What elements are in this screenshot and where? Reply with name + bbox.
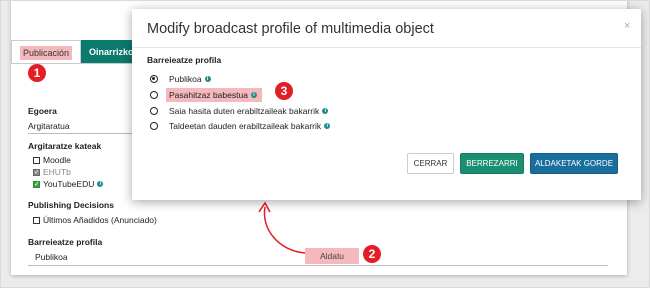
option-saia-hasita[interactable]: Saia hasita duten erabiltzaileak bakarri… bbox=[150, 106, 329, 116]
annotation-badge-3: 3 bbox=[275, 82, 293, 100]
cancel-button[interactable]: CERRAR bbox=[407, 153, 454, 174]
option-publikoa[interactable]: Publikoa i bbox=[150, 74, 211, 84]
ehutb-label: EHUTb bbox=[43, 167, 71, 177]
annotation-badge-2: 2 bbox=[363, 245, 381, 263]
option-publikoa-label: Publikoa i bbox=[169, 74, 211, 84]
moodle-checkbox[interactable] bbox=[33, 156, 40, 164]
info-icon[interactable]: i bbox=[204, 76, 211, 82]
reset-button[interactable]: BERREZARRI bbox=[460, 153, 524, 174]
youtubeedu-label: YouTubeEDU bbox=[43, 179, 95, 189]
tab-publicacion-label: Publicación bbox=[20, 46, 73, 60]
option-publikoa-text: Publikoa bbox=[169, 74, 202, 84]
channel-youtubeedu[interactable]: ✓ YouTubeEDU i bbox=[33, 179, 104, 189]
screenshot-frame: Publicación Oinarrizko Met Egoera Argita… bbox=[0, 0, 650, 288]
ehutb-checkbox: ✓ bbox=[33, 168, 40, 176]
option-taldeetan[interactable]: Taldeetan dauden erabiltzaileak bakarrik… bbox=[150, 121, 331, 131]
profile-underline bbox=[28, 265, 608, 266]
option-taldeetan-text: Taldeetan dauden erabiltzaileak bakarrik bbox=[169, 121, 322, 131]
option-pasahitzaz[interactable]: Pasahitzaz babestua i bbox=[150, 88, 262, 102]
argitaratze-label: Argitaratze kateak bbox=[28, 141, 102, 151]
option-pasahitzaz-label: Pasahitzaz babestua i bbox=[166, 88, 262, 102]
broadcast-profile-modal: Modify broadcast profile of multimedia o… bbox=[132, 9, 641, 200]
option-pasahitzaz-text: Pasahitzaz babestua bbox=[169, 90, 248, 100]
profile-label: Barreieatze profila bbox=[28, 237, 103, 247]
annotation-badge-1: 1 bbox=[28, 64, 46, 82]
egoera-select[interactable]: Argitaratua bbox=[28, 121, 70, 131]
annotation-arrow bbox=[258, 201, 306, 254]
radio-taldeetan[interactable] bbox=[150, 122, 158, 130]
info-icon[interactable]: i bbox=[324, 123, 331, 129]
info-icon[interactable]: i bbox=[322, 108, 329, 114]
info-icon[interactable]: i bbox=[97, 181, 104, 187]
channel-ehutb: ✓ EHUTb bbox=[33, 167, 71, 177]
modal-title: Modify broadcast profile of multimedia o… bbox=[147, 21, 434, 37]
option-taldeetan-label: Taldeetan dauden erabiltzaileak bakarrik… bbox=[169, 121, 331, 131]
modal-section-label: Barreieatze profila bbox=[147, 55, 222, 65]
close-icon[interactable]: × bbox=[624, 20, 630, 32]
publishing-option-label: Últimos Añadidos (Anunciado) bbox=[43, 215, 157, 225]
publishing-label: Publishing Decisions bbox=[28, 200, 114, 210]
option-saia-hasita-text: Saia hasita duten erabiltzaileak bakarri… bbox=[169, 106, 320, 116]
modal-divider bbox=[132, 47, 641, 48]
radio-saia-hasita[interactable] bbox=[150, 107, 158, 115]
youtubeedu-checkbox[interactable]: ✓ bbox=[33, 180, 40, 188]
option-saia-hasita-label: Saia hasita duten erabiltzaileak bakarri… bbox=[169, 106, 329, 116]
save-button[interactable]: ALDAKETAK GORDE bbox=[530, 153, 618, 174]
tab-publicacion[interactable]: Publicación bbox=[11, 40, 82, 64]
egoera-label: Egoera bbox=[28, 106, 57, 116]
radio-pasahitzaz[interactable] bbox=[150, 91, 158, 99]
tab-bar: Publicación Oinarrizko Met bbox=[11, 40, 152, 64]
publishing-checkbox[interactable] bbox=[33, 216, 40, 224]
radio-publikoa[interactable] bbox=[150, 75, 158, 83]
info-icon[interactable]: i bbox=[250, 92, 257, 98]
profile-value: Publikoa bbox=[35, 252, 68, 262]
publishing-option[interactable]: Últimos Añadidos (Anunciado) bbox=[33, 215, 157, 225]
moodle-label: Moodle bbox=[43, 155, 71, 165]
channel-moodle[interactable]: Moodle bbox=[33, 155, 71, 165]
